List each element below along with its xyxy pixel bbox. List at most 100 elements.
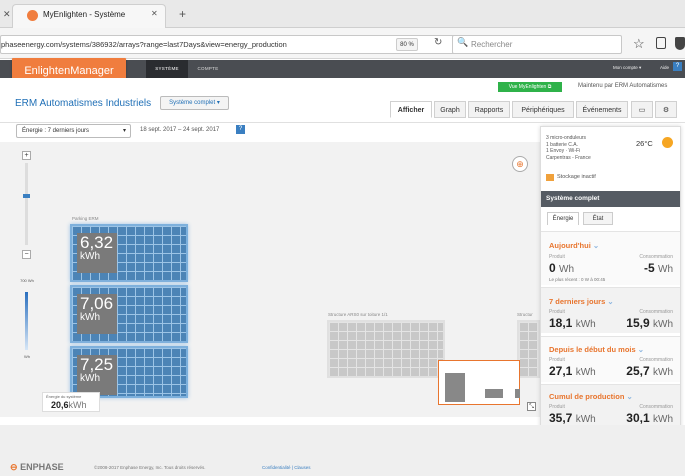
browser-tab[interactable]: MyEnlighten - Système ✕ xyxy=(12,4,166,28)
produced-label: Produit xyxy=(549,309,565,315)
produced-number: 27,1 xyxy=(549,364,573,378)
date-help-icon[interactable]: ? xyxy=(236,125,245,134)
my-account-label: Mon compte xyxy=(613,65,638,70)
reader-icon[interactable] xyxy=(656,37,666,49)
url-field[interactable]: phaseenergy.com/systems/386932/arrays?ra… xyxy=(0,35,455,54)
section-title-text: Depuis le début du mois xyxy=(549,345,636,354)
device-summary: 3 micro-onduleurs 1 batterie C.A. 1 Envo… xyxy=(546,135,591,161)
nav-systeme[interactable]: SYSTÈME xyxy=(146,60,188,78)
tab-afficher[interactable]: Afficher xyxy=(390,101,432,118)
print-icon[interactable]: ▭ xyxy=(631,101,653,118)
consumed-unit: Wh xyxy=(658,264,673,275)
scale-top-label: 700 Wh xyxy=(20,278,34,283)
zoom-out-button[interactable]: − xyxy=(22,250,31,259)
minimap-array xyxy=(485,389,503,398)
tab-graph[interactable]: Graph xyxy=(434,101,466,118)
array-grid xyxy=(329,322,443,376)
zoom-handle[interactable] xyxy=(23,194,30,198)
consumed-unit: kWh xyxy=(653,414,673,425)
section-title[interactable]: Depuis le début du mois ⌄ xyxy=(549,345,644,354)
vue-myenlighten-label: Vue MyEnlighten xyxy=(508,84,547,90)
consumed-label: Consommation xyxy=(639,309,673,315)
nav-compte[interactable]: COMPTE xyxy=(188,60,228,78)
produced-number: 35,7 xyxy=(549,411,573,425)
panel-value-number: 7,06 xyxy=(80,294,114,313)
section-title[interactable]: 7 derniers jours ⌄ xyxy=(549,297,614,306)
panel-value: 7,06 kWh xyxy=(77,294,117,334)
produced-label: Produit xyxy=(549,404,565,410)
section-title[interactable]: Cumul de production ⌄ xyxy=(549,392,633,401)
zoom-in-button[interactable]: + xyxy=(22,151,31,160)
new-tab-icon[interactable]: + xyxy=(179,7,186,21)
metric-label: Énergie : 7 derniers jours xyxy=(22,128,90,134)
consumed-label: Consommation xyxy=(639,357,673,363)
help-link[interactable]: Aide xyxy=(660,65,669,70)
section-title[interactable]: Aujourd'hui ⌄ xyxy=(549,241,599,250)
zoom-indicator[interactable]: 80 % xyxy=(396,38,418,51)
solar-panel[interactable]: 7,25 kWh xyxy=(70,346,188,398)
minimap-array xyxy=(445,373,465,402)
total-label: Énergie du système xyxy=(46,394,82,399)
device-line: 1 Envoy · Wi-Fi xyxy=(546,148,581,155)
consumed-number: 15,9 xyxy=(626,316,650,330)
compass-icon[interactable]: ⊕ xyxy=(512,156,528,172)
scale-bottom-label: Wh xyxy=(24,354,30,359)
chevron-down-icon: ▾ xyxy=(122,128,126,134)
enphase-logo-icon: ⊖ xyxy=(10,462,18,472)
array-label: Parking ERM xyxy=(72,216,99,221)
panel-value-number: 7,25 xyxy=(80,355,114,374)
device-line: 3 micro-onduleurs xyxy=(546,135,587,141)
shield-icon[interactable] xyxy=(675,37,685,50)
search-icon: 🔍 xyxy=(457,37,469,47)
tab-rapports[interactable]: Rapports xyxy=(468,101,510,118)
my-account-link[interactable]: Mon compte ▾ xyxy=(613,65,641,71)
reload-icon[interactable]: ↻ xyxy=(434,37,442,48)
storage-status: Stockage inactif xyxy=(557,174,596,180)
tab-close-icon[interactable]: ✕ xyxy=(151,9,158,18)
view-select[interactable]: Système complet ▾ xyxy=(160,96,229,110)
minimap[interactable] xyxy=(438,360,520,405)
solar-panel[interactable]: 7,06 kWh xyxy=(70,285,188,343)
metric-select[interactable]: Énergie : 7 derniers jours ▾ xyxy=(16,124,131,138)
solar-panel[interactable]: 6,32 kWh xyxy=(70,224,188,282)
help-label: Aide xyxy=(660,65,670,70)
date-range: 18 sept. 2017 – 24 sept. 2017 xyxy=(140,127,220,133)
panel-value-unit: kWh xyxy=(80,373,100,384)
search-placeholder: Rechercher xyxy=(471,40,513,49)
star-icon[interactable]: ☆ xyxy=(633,36,645,52)
tab-peripheriques[interactable]: Périphériques xyxy=(512,101,574,118)
panel-value-number: 6,32 xyxy=(80,233,114,252)
section-title-text: 7 derniers jours xyxy=(549,297,606,306)
latest-reading: Le plus récent : 0 W à 00:45 xyxy=(549,277,606,282)
tab-etat[interactable]: État xyxy=(583,212,613,225)
close-icon[interactable]: ✕ xyxy=(3,9,11,20)
gear-icon[interactable]: ⚙ xyxy=(655,101,677,118)
zoom-slider[interactable] xyxy=(25,163,28,245)
temperature: 26°C xyxy=(636,139,653,148)
system-name: ERM Automatismes Industriels xyxy=(15,98,152,109)
consumed-label: Consommation xyxy=(639,404,673,410)
section-title-text: Cumul de production xyxy=(549,392,625,401)
produced-value: 35,7 kWh xyxy=(549,411,596,425)
expand-chevron-icon: ⌄ xyxy=(637,345,645,354)
footer-links[interactable]: Confidentialité | Clauses xyxy=(262,465,310,470)
tab-evenements[interactable]: Événements xyxy=(576,101,628,118)
help-icon[interactable]: ? xyxy=(673,62,682,71)
produced-value: 27,1 kWh xyxy=(549,364,596,378)
consumed-value: -5 Wh xyxy=(644,261,673,275)
enphase-brand: ENPHASE xyxy=(20,462,64,472)
inactive-array[interactable] xyxy=(327,320,445,378)
panel-title: Système complet xyxy=(541,191,680,207)
consumed-value: 30,1 kWh xyxy=(626,411,673,425)
energy-section: 7 derniers jours ⌄ Produit Consommation … xyxy=(541,287,680,333)
tab-energie[interactable]: Énergie xyxy=(547,212,579,225)
search-field[interactable]: 🔍 Rechercher xyxy=(452,35,622,54)
consumed-label: Consommation xyxy=(639,254,673,260)
expand-icon[interactable]: ⤡ xyxy=(527,402,536,411)
expand-chevron-icon: ⌄ xyxy=(607,297,614,306)
maintainer-text: Maintenu par ERM Automatismes xyxy=(578,83,668,89)
vue-myenlighten-button[interactable]: Vue MyEnlighten ⧉ xyxy=(498,82,562,92)
total-value: 20,6 xyxy=(51,400,69,410)
produced-number: 0 xyxy=(549,261,556,275)
inactive-array[interactable] xyxy=(517,320,540,378)
